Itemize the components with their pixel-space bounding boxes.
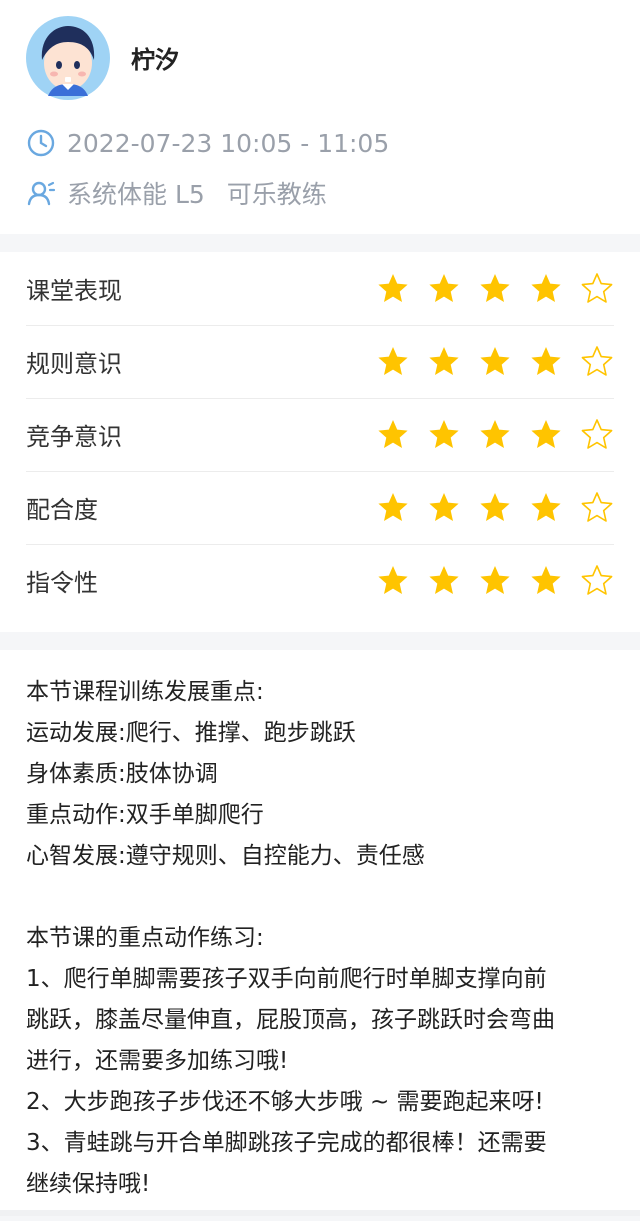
student-name: 柠汐 xyxy=(131,46,179,74)
practice-line: 进行，还需要多加练习哦! xyxy=(26,1048,289,1074)
star-filled-icon xyxy=(429,273,459,302)
rating-label: 规则意识 xyxy=(26,350,122,378)
focus-item: 运动发展:爬行、推撑、跑步跳跃 xyxy=(26,720,356,746)
star-empty-icon xyxy=(581,272,613,303)
star-filled-icon xyxy=(480,565,510,594)
star-filled-icon xyxy=(429,419,459,448)
star-filled-icon xyxy=(480,419,510,448)
course-row: 系统体能 L5 可乐教练 xyxy=(26,177,327,209)
star-filled-icon xyxy=(378,419,408,448)
rating-label: 竞争意识 xyxy=(26,423,122,451)
practice-line: 3、青蛙跳与开合单脚跳孩子完成的都很棒！还需要 xyxy=(26,1130,547,1156)
star-filled-icon xyxy=(429,492,459,521)
star-filled-icon xyxy=(480,273,510,302)
star-filled-icon xyxy=(429,565,459,594)
clock-icon xyxy=(27,129,55,157)
star-filled-icon xyxy=(429,346,459,375)
star-filled-icon xyxy=(378,273,408,302)
star-empty-icon xyxy=(581,345,613,376)
notes-card: 本节课程训练发展重点: 运动发展:爬行、推撑、跑步跳跃 身体素质:肢体协调 重点… xyxy=(0,650,640,1216)
avatar[interactable] xyxy=(26,16,110,100)
star-filled-icon xyxy=(531,565,561,594)
star-rating xyxy=(376,345,614,379)
practice-title: 本节课的重点动作练习: xyxy=(26,925,264,951)
star-filled-icon xyxy=(531,492,561,521)
focus-item: 重点动作:双手单脚爬行 xyxy=(26,802,264,828)
rating-label: 指令性 xyxy=(26,569,98,597)
star-filled-icon xyxy=(480,492,510,521)
star-filled-icon xyxy=(480,346,510,375)
rating-row: 规则意识 xyxy=(26,325,614,399)
star-rating xyxy=(376,564,614,598)
practice-line: 继续保持哦! xyxy=(26,1171,151,1197)
time-row: 2022-07-23 10:05 - 11:05 xyxy=(26,127,389,159)
notes-body: 本节课程训练发展重点: 运动发展:爬行、推撑、跑步跳跃 身体素质:肢体协调 重点… xyxy=(26,672,616,1205)
rating-label: 课堂表现 xyxy=(26,277,122,305)
coach-name: 可乐教练 xyxy=(226,180,327,209)
practice-line: 1、爬行单脚需要孩子双手向前爬行时单脚支撑向前 xyxy=(26,966,547,992)
star-filled-icon xyxy=(378,346,408,375)
star-filled-icon xyxy=(531,273,561,302)
ratings-card: 课堂表现规则意识竞争意识配合度指令性 xyxy=(0,252,640,632)
time-range: 2022-07-23 10:05 - 11:05 xyxy=(67,128,390,158)
focus-item: 心智发展:遵守规则、自控能力、责任感 xyxy=(26,843,425,869)
rating-label: 配合度 xyxy=(26,496,98,524)
user-icon xyxy=(27,181,56,206)
rating-row: 配合度 xyxy=(26,471,614,545)
class-info-card: 柠汐 2022-07-23 10:05 - 11:05 系统体能 L5 可乐教练 xyxy=(0,0,640,234)
star-rating xyxy=(376,418,614,452)
star-rating xyxy=(376,491,614,525)
bottom-divider xyxy=(0,1210,640,1216)
star-empty-icon xyxy=(581,564,613,595)
star-filled-icon xyxy=(378,492,408,521)
star-rating xyxy=(376,272,614,306)
course-name: 系统体能 L5 xyxy=(67,180,205,209)
rating-row: 指令性 xyxy=(26,544,614,617)
star-filled-icon xyxy=(378,565,408,594)
focus-item: 身体素质:肢体协调 xyxy=(26,761,218,787)
practice-line: 跳跃，膝盖尽量伸直，屁股顶高，孩子跳跃时会弯曲 xyxy=(26,1007,555,1033)
star-empty-icon xyxy=(581,491,613,522)
rating-row: 竞争意识 xyxy=(26,398,614,472)
rating-row: 课堂表现 xyxy=(26,252,614,326)
practice-line: 2、大步跑孩子步伐还不够大步哦 ~ 需要跑起来呀! xyxy=(26,1089,544,1115)
focus-title: 本节课程训练发展重点: xyxy=(26,679,264,705)
star-filled-icon xyxy=(531,419,561,448)
star-empty-icon xyxy=(581,418,613,449)
star-filled-icon xyxy=(531,346,561,375)
